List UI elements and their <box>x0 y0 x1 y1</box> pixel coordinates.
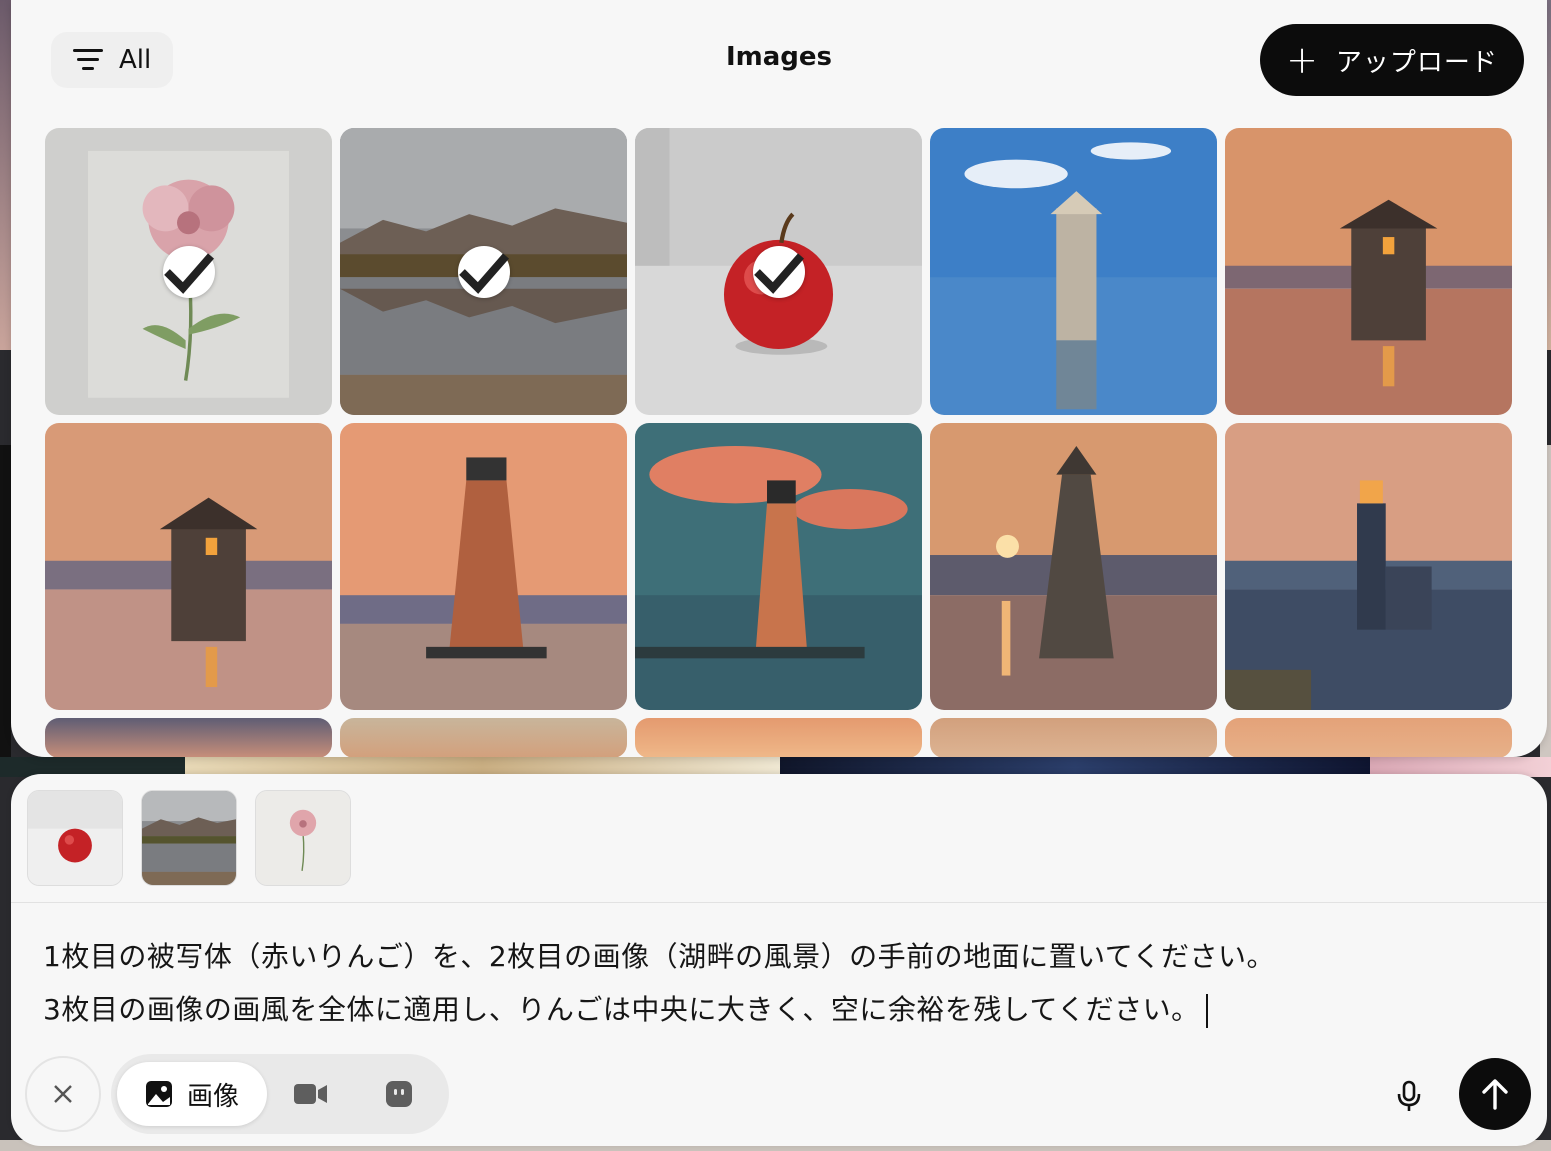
image-thumb-partial[interactable] <box>930 718 1217 757</box>
microphone-icon <box>1397 1080 1421 1111</box>
close-button[interactable] <box>25 1056 101 1132</box>
image-thumb-lighthouse-dusk[interactable] <box>1225 423 1512 710</box>
mode-image-label: 画像 <box>186 1081 239 1112</box>
microphone-button[interactable] <box>1387 1074 1431 1118</box>
mode-selector: 画像 <box>111 1054 449 1134</box>
image-thumb-apple[interactable] <box>635 128 922 415</box>
text-caret <box>1205 994 1208 1028</box>
prompt-line-1: 1枚目の被写体（赤いりんご）を、2枚目の画像（湖畔の風景）の手前の地面に置いてく… <box>43 940 1275 973</box>
check-icon <box>752 245 805 298</box>
plus-icon: + <box>1286 38 1318 82</box>
divider <box>11 902 1547 903</box>
prompt-input[interactable]: 1枚目の被写体（赤いりんご）を、2枚目の画像（湖畔の風景）の手前の地面に置いてく… <box>43 930 1513 1036</box>
image-thumb-lake[interactable] <box>340 128 627 415</box>
close-icon <box>54 1085 72 1103</box>
check-icon <box>162 245 215 298</box>
image-thumb-partial[interactable] <box>340 718 627 757</box>
upload-label: アップロード <box>1335 47 1498 78</box>
image-picker-panel: All Images + アップロード <box>11 0 1547 757</box>
send-button[interactable] <box>1459 1058 1531 1130</box>
mode-video-button[interactable] <box>267 1062 355 1126</box>
image-thumb-lighthouse[interactable] <box>340 423 627 710</box>
face-icon <box>386 1081 412 1107</box>
attachment-apple[interactable] <box>27 790 123 886</box>
image-thumb-tower-sun[interactable] <box>930 423 1217 710</box>
arrow-up-icon <box>1482 1079 1508 1110</box>
attachment-lake[interactable] <box>141 790 237 886</box>
image-thumb-partial[interactable] <box>45 718 332 757</box>
mode-image-button[interactable]: 画像 <box>117 1062 267 1126</box>
image-thumb-flower[interactable] <box>45 128 332 415</box>
check-icon <box>457 245 510 298</box>
image-thumb-lighthouse-teal[interactable] <box>635 423 922 710</box>
video-camera-icon <box>294 1084 327 1104</box>
upload-button[interactable]: + アップロード <box>1260 24 1524 96</box>
image-thumb-partial[interactable] <box>1225 718 1512 757</box>
image-thumb-stone-tower-2[interactable] <box>45 423 332 710</box>
image-thumb-partial[interactable] <box>635 718 922 757</box>
image-thumb-tower-sea[interactable] <box>930 128 1217 415</box>
mode-avatar-button[interactable] <box>355 1062 443 1126</box>
prompt-line-2: 3枚目の画像の画風を全体に適用し、りんごは中央に大きく、空に余裕を残してください… <box>43 993 1200 1026</box>
attachment-list <box>27 790 351 886</box>
image-thumb-stone-tower[interactable] <box>1225 128 1512 415</box>
image-icon <box>145 1081 172 1107</box>
attachment-flower[interactable] <box>255 790 351 886</box>
image-grid <box>45 128 1515 757</box>
composer: 1枚目の被写体（赤いりんご）を、2枚目の画像（湖畔の風景）の手前の地面に置いてく… <box>11 774 1547 1146</box>
